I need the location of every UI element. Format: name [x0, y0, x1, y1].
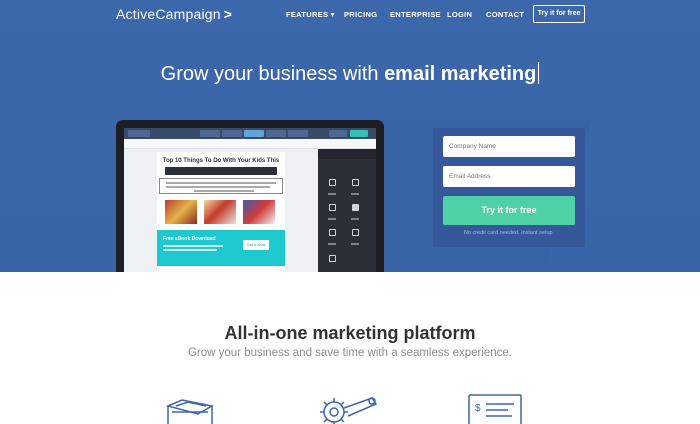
editor-block-panel	[318, 149, 376, 272]
hero-headline: Grow your business with email marketing	[0, 62, 700, 86]
envelope-stack-icon	[165, 399, 215, 424]
nav-features[interactable]: FEATURES ▾	[286, 10, 335, 19]
editor-tab	[200, 130, 220, 137]
nav-contact[interactable]: CONTACT	[486, 10, 524, 19]
image-block-icon	[352, 179, 359, 186]
nav-login[interactable]: LOGIN	[447, 10, 472, 19]
signup-form: Try it for free No credit card needed. I…	[433, 128, 585, 247]
photo-block-2	[204, 200, 236, 224]
photo-block-1	[165, 200, 197, 224]
invoice-dashboard-icon: $	[468, 394, 522, 424]
nav-enterprise[interactable]: ENTERPRISE	[390, 10, 441, 19]
company-name-input[interactable]	[443, 136, 575, 157]
text-caret	[538, 62, 540, 84]
text-block-icon	[329, 179, 336, 186]
laptop-preview: Top 10 Things To Do With Your Kids This …	[116, 120, 384, 272]
top-nav: ActiveCampaign > FEATURES ▾ PRICING ENTER…	[0, 0, 700, 30]
video-block-icon	[352, 204, 359, 211]
editor-next-button	[350, 130, 368, 137]
text-format-toolbar	[165, 167, 277, 175]
spacer-block-icon	[352, 229, 359, 236]
ebook-promo-block: Free eBook Download Get it Now	[157, 230, 285, 266]
editor-screenshot: Top 10 Things To Do With Your Kids This …	[124, 128, 376, 272]
section-subtitle: Grow your business and save time with a …	[187, 347, 513, 359]
svg-text:$: $	[475, 403, 481, 414]
editor-tab-active	[244, 130, 264, 137]
editor-back-button	[128, 130, 150, 137]
email-address-input[interactable]	[443, 166, 575, 187]
selected-text-block	[159, 178, 283, 194]
logo-chevron-icon: >	[223, 6, 233, 22]
nav-try-free-button[interactable]: Try it for free	[533, 5, 585, 23]
logo-text: ActiveCampaign	[116, 6, 221, 22]
photo-block-3	[243, 200, 275, 224]
promo-title: Free eBook Download	[163, 236, 216, 242]
gear-automation-icon	[320, 397, 378, 424]
rss-block-icon	[329, 255, 336, 262]
try-free-submit-button[interactable]: Try it for free	[443, 196, 575, 225]
logo[interactable]: ActiveCampaign >	[116, 6, 232, 22]
section-title: All-in-one marketing platform	[224, 323, 476, 343]
headline-bold-text: email marketing	[384, 63, 537, 85]
editor-tab	[222, 130, 242, 137]
headline-text: Grow your business with	[160, 63, 385, 85]
editor-tab	[266, 130, 286, 137]
editor-tab	[288, 130, 308, 137]
editor-toolbar	[124, 128, 376, 139]
email-doc-title: Top 10 Things To Do With Your Kids This	[162, 158, 280, 164]
email-document: Top 10 Things To Do With Your Kids This …	[157, 152, 285, 272]
editor-format-bar	[124, 139, 376, 149]
chevron-down-icon: ▾	[330, 10, 335, 19]
hero-section: ActiveCampaign > FEATURES ▾ PRICING ENTER…	[0, 0, 700, 272]
divider-block-icon	[329, 229, 336, 236]
nav-pricing[interactable]: PRICING	[344, 10, 377, 19]
no-credit-card-note: No credit card needed. Instant setup.	[463, 230, 555, 236]
nav-features-label: FEATURES	[286, 10, 329, 19]
promo-button: Get it Now	[243, 240, 269, 250]
editor-save-button	[329, 130, 347, 137]
button-block-icon	[329, 204, 336, 211]
